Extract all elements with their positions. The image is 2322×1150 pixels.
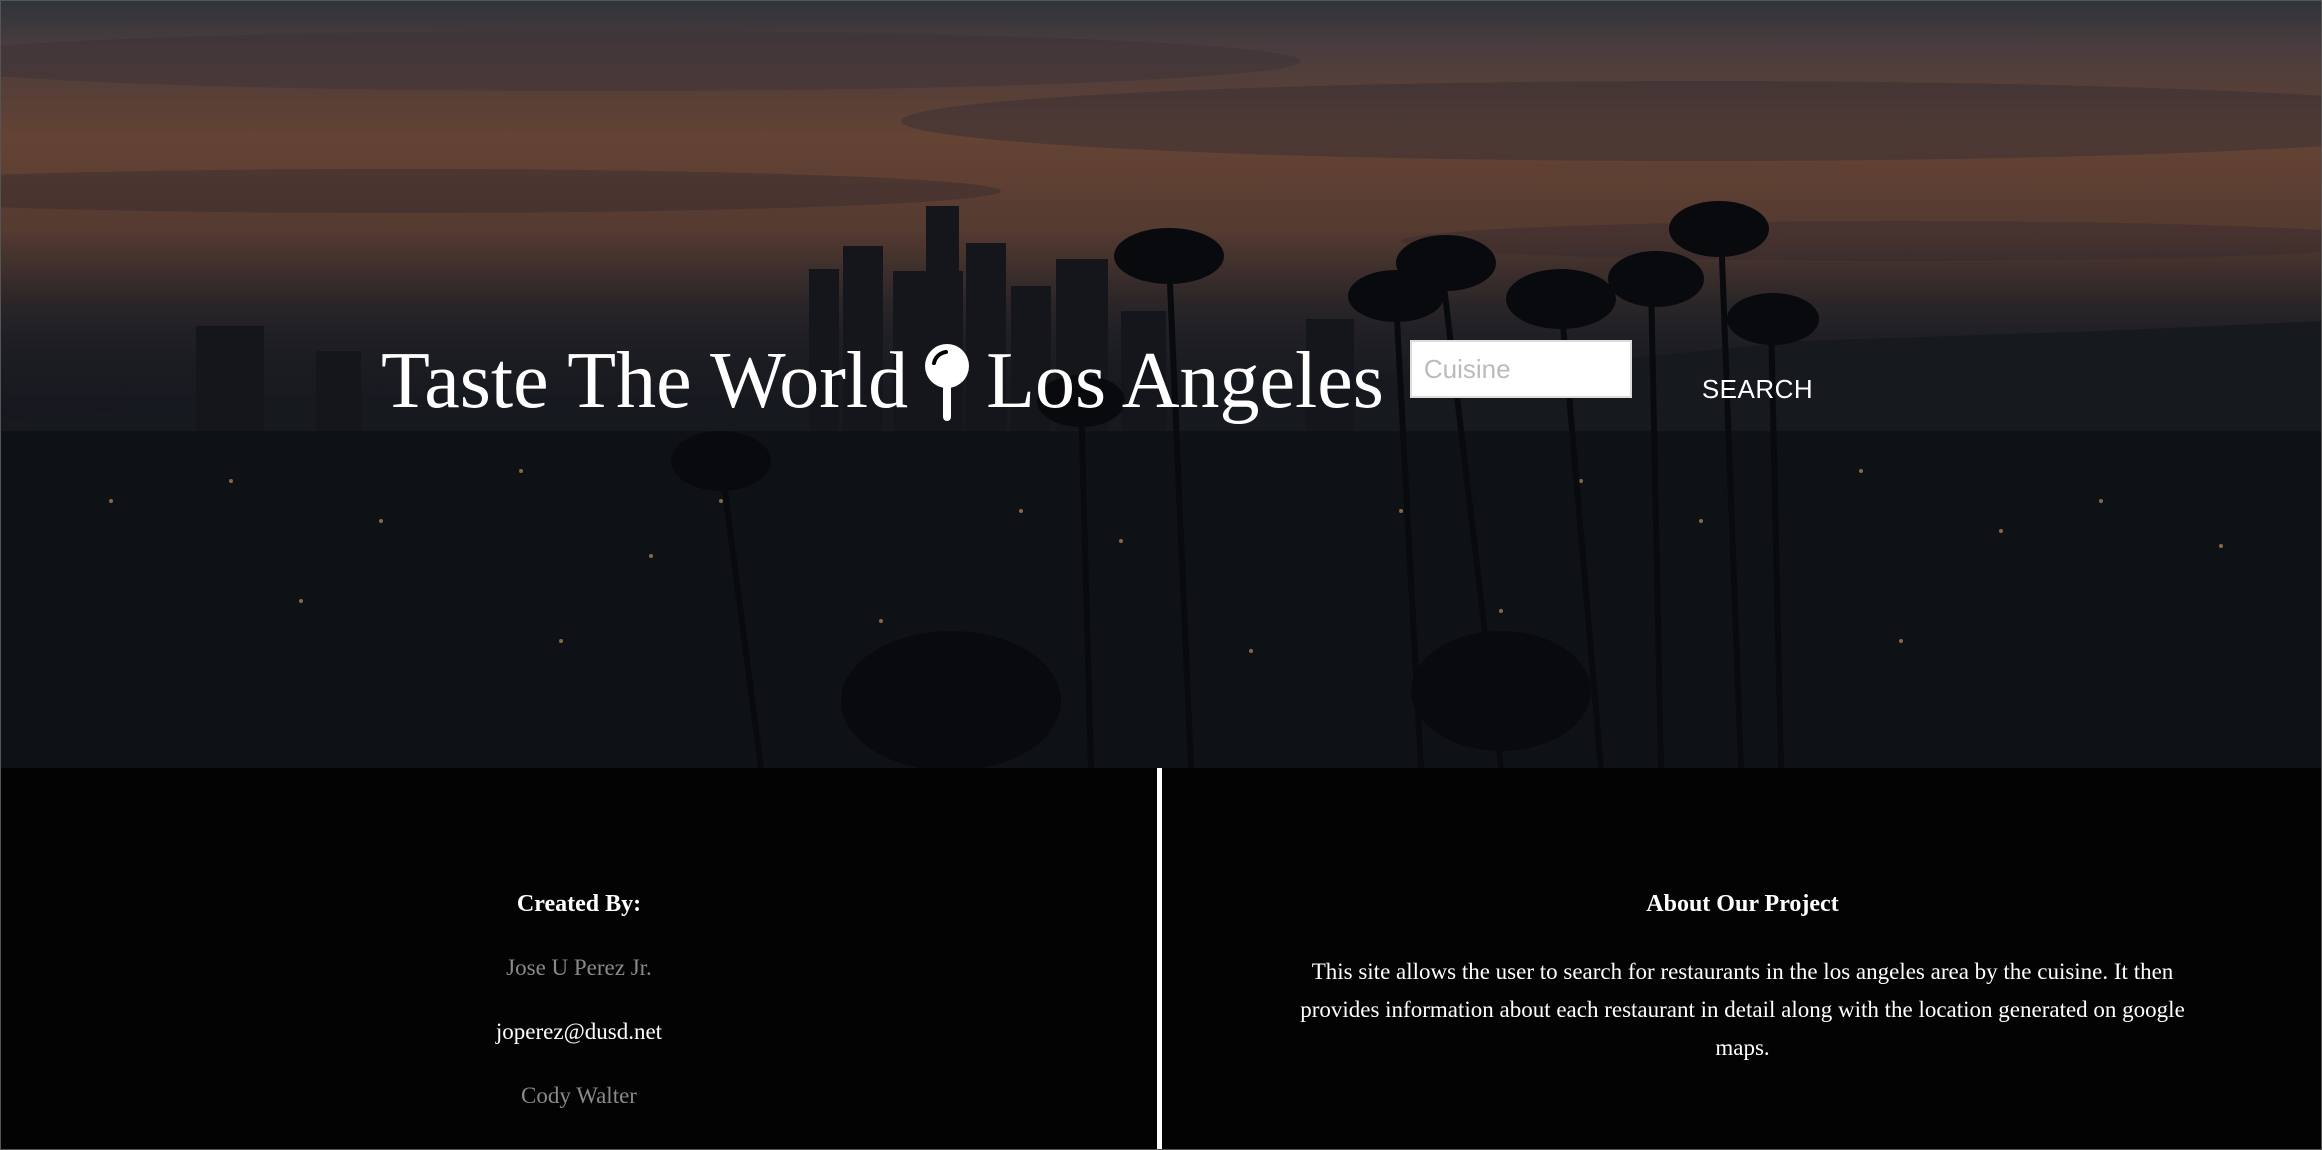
search-button[interactable]: SEARCH	[1702, 374, 1813, 405]
page: Taste The World Los Angeles SEARCH Creat…	[0, 0, 2322, 1150]
credit-name: Jose U Perez Jr.	[506, 955, 652, 980]
site-title: Taste The World Los Angeles	[381, 341, 1384, 421]
footer-divider	[1157, 768, 1162, 1149]
title-right: Los Angeles	[986, 337, 1384, 425]
about-heading: About Our Project	[1646, 891, 1839, 917]
hero-banner: Taste The World Los Angeles SEARCH	[1, 1, 2321, 768]
search-bar: Taste The World Los Angeles SEARCH	[381, 331, 1813, 431]
credit-name: Cody Walter	[521, 1083, 637, 1108]
about-description: This site allows the user to search for …	[1300, 959, 2185, 1060]
created-by-heading: Created By:	[516, 891, 642, 917]
cuisine-search-input[interactable]	[1409, 340, 1632, 398]
about-cutoff-line: ...	[1162, 1139, 2321, 1149]
credit-email: joperez@dusd.net	[495, 1019, 663, 1044]
footer: Created By: Jose U Perez Jr. joperez@dus…	[1, 768, 2321, 1149]
title-left: Taste The World	[381, 337, 909, 425]
map-pin-icon	[924, 343, 970, 423]
